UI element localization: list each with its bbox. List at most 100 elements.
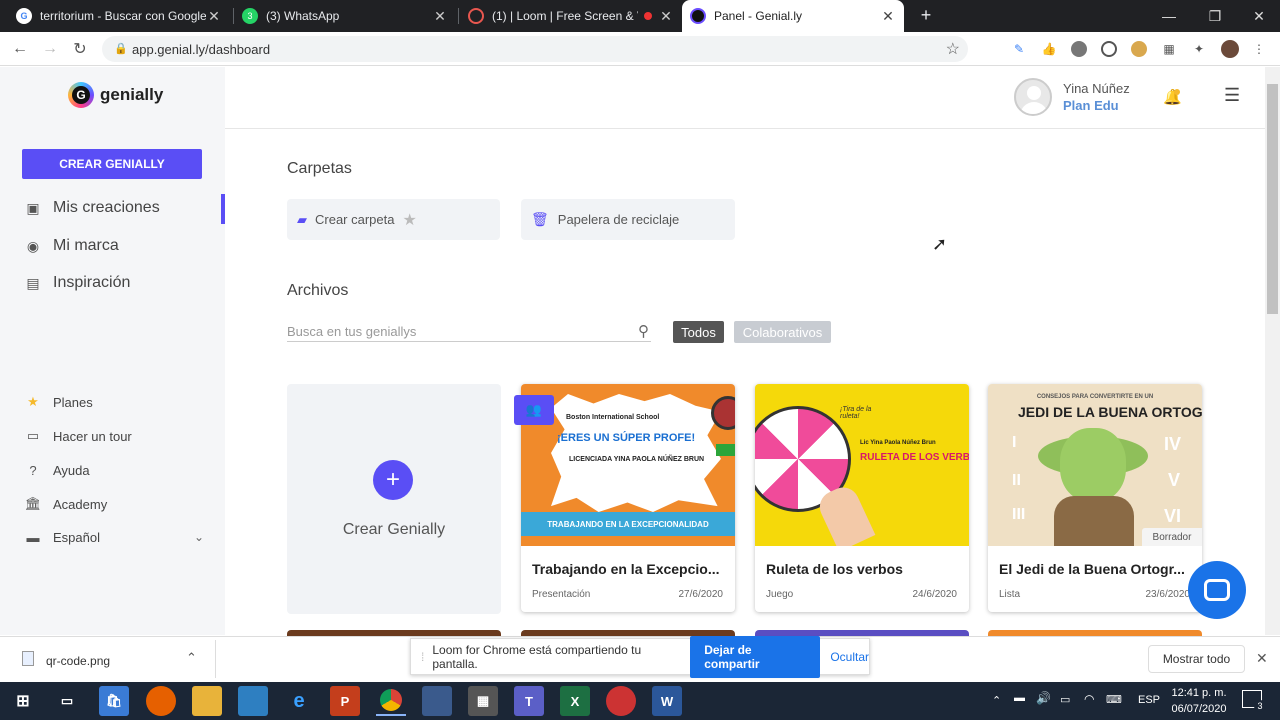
show-all-downloads-button[interactable]: Mostrar todo <box>1148 645 1245 673</box>
sidebar-item-label: Español <box>53 529 100 545</box>
hide-button[interactable]: Ocultar <box>830 650 869 664</box>
create-genially-card[interactable]: + Crear Genially <box>287 384 501 614</box>
address-bar[interactable]: 🔒 app.genial.ly/dashboard ☆ <box>102 36 968 62</box>
close-tab-icon[interactable]: ✕ <box>880 8 896 25</box>
extension-pen-icon[interactable]: ✎ <box>1011 41 1027 57</box>
recycle-bin-button[interactable]: 🗑 Papelera de reciclaje <box>521 199 735 240</box>
wifi-icon[interactable]: ◠ <box>1084 692 1094 706</box>
calculator-icon[interactable]: ▦ <box>468 686 498 716</box>
profile-avatar-icon[interactable] <box>1221 40 1239 58</box>
folders-title: Carpetas <box>287 160 352 177</box>
genially-logo-icon: G <box>68 82 94 108</box>
app-window-icon[interactable] <box>238 686 268 716</box>
user-plan[interactable]: Plan Edu <box>1063 98 1119 113</box>
tab-title: Panel - Genial.ly <box>714 9 803 23</box>
sidebar-item-label: Ayuda <box>53 462 90 478</box>
sidebar-item-tour[interactable]: ▭ Hacer un tour <box>24 427 132 445</box>
browser-tab[interactable]: G territorium - Buscar con Google ✕ <box>8 0 230 32</box>
clock-date[interactable]: 06/07/2020 <box>1166 703 1232 715</box>
folder-plus-icon: ▰ <box>297 211 307 227</box>
tab-title: (3) WhatsApp <box>266 9 340 23</box>
sidebar-item-mi-marca[interactable]: ◉ Mi marca <box>24 237 119 255</box>
sidebar-item-ayuda[interactable]: ? Ayuda <box>24 461 90 479</box>
sidebar-item-planes[interactable]: ★ Planes <box>24 393 93 411</box>
browser-tab-active[interactable]: Panel - Genial.ly ✕ <box>682 0 904 32</box>
language-indicator[interactable]: ESP <box>1138 694 1160 706</box>
screen-tool-icon[interactable] <box>422 686 452 716</box>
sidebar-item-label: Hacer un tour <box>53 428 132 444</box>
close-downloads-icon[interactable]: ✕ <box>1256 650 1268 667</box>
genially-favicon-icon <box>690 8 706 24</box>
extension-apple-icon[interactable] <box>1071 41 1087 57</box>
thumb-top: CONSEJOS PARA CONVERTIRTE EN UN <box>1036 394 1154 400</box>
task-view-icon[interactable]: ▭ <box>52 686 82 716</box>
clock-time[interactable]: 12:41 p. m. <box>1170 687 1228 699</box>
create-folder-button[interactable]: ▰ Crear carpeta ★ <box>287 199 500 240</box>
back-icon[interactable]: ← <box>9 38 31 60</box>
card-title: El Jedi de la Buena Ortogr... <box>999 561 1185 577</box>
star-icon[interactable]: ★ <box>402 210 416 230</box>
excel-icon[interactable]: X <box>560 686 590 716</box>
sidebar-item-language[interactable]: ▬ Español ⌄ <box>24 528 205 546</box>
bookmark-star-icon[interactable]: ☆ <box>946 39 960 59</box>
search-input[interactable]: Busca en tus geniallys ⚲ <box>287 322 651 342</box>
hamburger-menu-icon[interactable]: ☰ <box>1224 85 1240 106</box>
close-tab-icon[interactable]: ✕ <box>206 8 222 25</box>
user-avatar[interactable] <box>1014 78 1052 116</box>
sidebar-item-inspiracion[interactable]: ▤ Inspiración <box>24 274 130 292</box>
extensions-puzzle-icon[interactable]: ✦ <box>1191 41 1207 57</box>
file-explorer-icon[interactable] <box>192 686 222 716</box>
chrome-taskbar-icon[interactable] <box>376 686 406 716</box>
thumb-headline: JEDI DE LA BUENA ORTOGRAF <box>1018 404 1202 420</box>
genially-logo[interactable]: G genially <box>68 82 163 108</box>
extension-loom-icon[interactable] <box>1101 41 1117 57</box>
stop-sharing-button[interactable]: Dejar de compartir <box>690 635 821 678</box>
restore-icon[interactable]: ❐ <box>1192 0 1238 32</box>
teams-icon[interactable]: T <box>514 686 544 716</box>
new-tab-icon[interactable]: + <box>916 5 936 27</box>
chevron-up-tray-icon[interactable]: ⌃ <box>992 694 1001 707</box>
chrome-menu-icon[interactable]: ⋮ <box>1251 41 1267 57</box>
sidebar-item-mis-creaciones[interactable]: ▣ Mis creaciones <box>24 199 159 217</box>
chat-support-button[interactable] <box>1188 561 1246 619</box>
forward-icon[interactable]: → <box>39 38 61 60</box>
powerpoint-icon[interactable]: P <box>330 686 360 716</box>
filter-colaborativos[interactable]: Colaborativos <box>734 321 831 343</box>
minimize-icon[interactable]: — <box>1146 0 1192 32</box>
battery-icon[interactable]: ▭ <box>1060 693 1070 706</box>
drag-handle-icon[interactable]: ⁞ <box>421 650 424 664</box>
keyboard-icon[interactable]: ⌨ <box>1106 693 1122 706</box>
briefcase-icon: ▭ <box>26 428 40 443</box>
app-disc-icon[interactable] <box>606 686 636 716</box>
search-icon[interactable]: ⚲ <box>638 322 649 340</box>
close-tab-icon[interactable]: ✕ <box>432 8 448 25</box>
filter-todos[interactable]: Todos <box>673 321 724 343</box>
create-genially-button[interactable]: CREAR GENIALLY <box>22 149 202 179</box>
edge-icon[interactable]: e <box>284 686 314 716</box>
network-icon[interactable]: ▬ <box>1014 692 1025 704</box>
chevron-up-icon[interactable]: ⌃ <box>186 650 197 666</box>
genially-card[interactable]: CONSEJOS PARA CONVERTIRTE EN UN JEDI DE … <box>988 384 1202 612</box>
genially-card[interactable]: ¡Tira de la ruleta! Lic Yina Paola Núñez… <box>755 384 969 612</box>
reload-icon[interactable]: ↻ <box>69 38 91 60</box>
browser-tab[interactable]: 3 (3) WhatsApp ✕ <box>234 0 456 32</box>
close-tab-icon[interactable]: ✕ <box>658 8 674 25</box>
window-close-icon[interactable]: ✕ <box>1236 0 1280 32</box>
recording-dot-icon <box>644 12 652 20</box>
volume-icon[interactable]: 🔊 <box>1036 691 1051 705</box>
extension-thumb-icon[interactable]: 👍 <box>1041 41 1057 57</box>
word-icon[interactable]: W <box>652 686 682 716</box>
windows-start-icon[interactable]: ⊞ <box>8 686 38 716</box>
extension-cookie-icon[interactable] <box>1131 41 1147 57</box>
browser-tab[interactable]: (1) | Loom | Free Screen & Vi ✕ <box>460 0 682 32</box>
language-icon: ▬ <box>26 529 40 545</box>
image-icon: ▣ <box>26 199 40 216</box>
firefox-icon[interactable] <box>146 686 176 716</box>
sidebar-item-academy[interactable]: 🏛 Academy <box>24 495 107 513</box>
thumb-headline: RULETA DE LOS VERB <box>860 452 969 463</box>
download-filename[interactable]: qr-code.png <box>46 654 110 668</box>
scrollbar-thumb[interactable] <box>1267 84 1278 314</box>
loom-favicon-icon <box>468 8 484 24</box>
store-icon[interactable]: 🛍 <box>99 686 129 716</box>
extension-grid-icon[interactable]: ▦ <box>1161 41 1177 57</box>
